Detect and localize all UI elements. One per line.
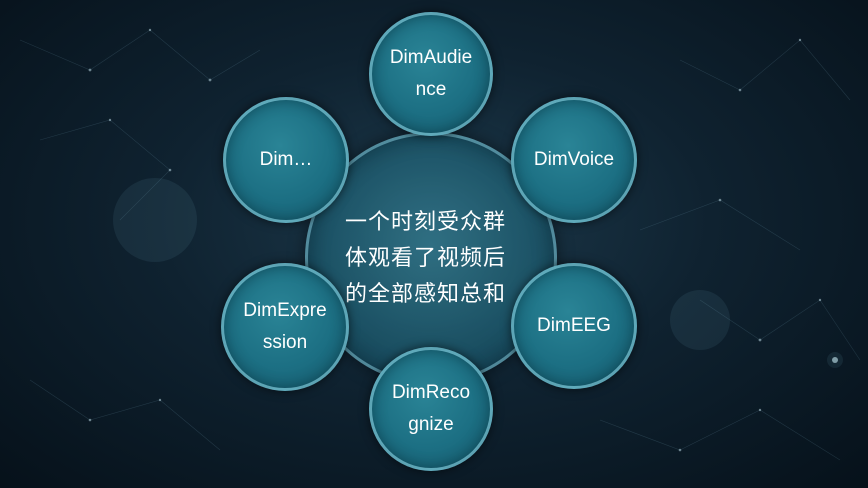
node-dim-voice: DimVoice [511, 97, 637, 223]
node-dim-voice-label: DimVoice [533, 149, 615, 170]
node-dim-truncated-label: Dim… [259, 149, 313, 170]
node-dim-recognize: DimRecognize [369, 347, 493, 471]
node-dim-expression: DimExpression [221, 263, 349, 391]
node-dim-eeg-label: DimEEG [537, 315, 611, 336]
diagram-slide: 一个时刻受众群体观看了视频后的全部感知总和 DimAudience DimVoi… [0, 0, 868, 488]
node-dim-truncated: Dim… [223, 97, 349, 223]
node-dim-eeg: DimEEG [511, 263, 637, 389]
center-text: 一个时刻受众群体观看了视频后的全部感知总和 [345, 209, 507, 306]
node-dim-audience: DimAudience [369, 12, 493, 136]
node-dim-recognize-label: DimRecognize [391, 382, 471, 435]
node-dim-expression-label: DimExpression [243, 300, 327, 353]
node-dim-audience-label: DimAudience [389, 47, 473, 100]
